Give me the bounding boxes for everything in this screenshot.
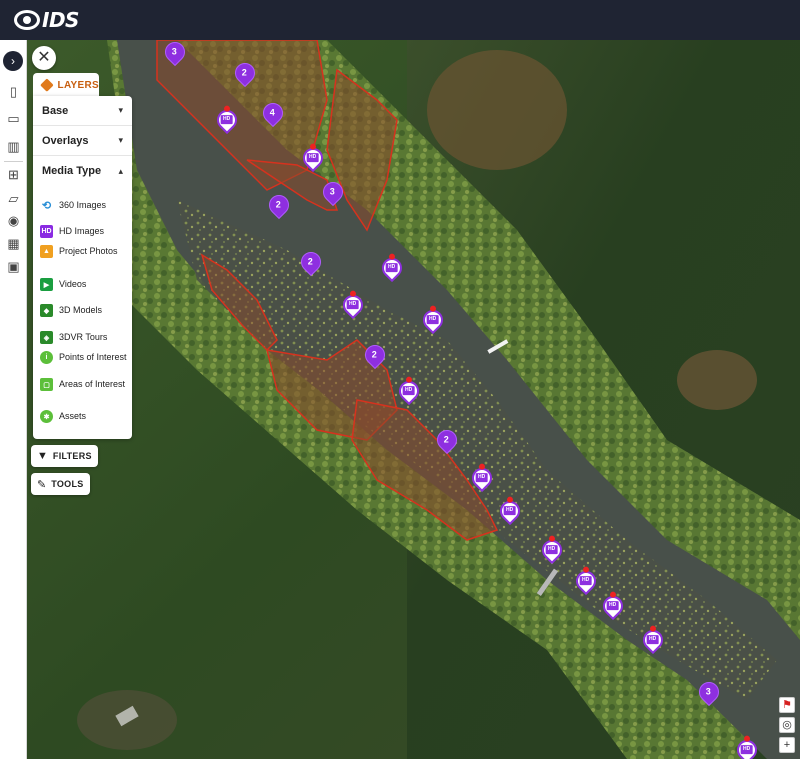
360-icon: ⟲ bbox=[41, 200, 52, 212]
top-bar: IDS bbox=[0, 0, 800, 40]
media-item-label: 360 Images bbox=[59, 200, 107, 210]
media-item-3d-models[interactable]: ◆ 3D Models bbox=[40, 304, 130, 317]
hd-icon: HD bbox=[402, 386, 415, 396]
wrench-icon: ✎ bbox=[37, 478, 47, 491]
filters-button[interactable]: ▼ FILTERS bbox=[31, 445, 98, 467]
left-rail: › ▯ ▭ ▥ ⊞ ▱ ◉ ▦ ▣ bbox=[0, 40, 27, 759]
photo-icon: ▲ bbox=[40, 245, 53, 258]
section-overlays[interactable]: Overlays ▾ bbox=[33, 126, 132, 156]
location-pin-icon[interactable]: ◉ bbox=[5, 212, 22, 229]
hd-icon: HD bbox=[306, 153, 319, 163]
hd-icon: HD bbox=[579, 576, 592, 586]
section-media-type-label: Media Type bbox=[42, 165, 102, 177]
media-item-label: HD Images bbox=[59, 226, 105, 236]
gallery-icon[interactable]: ▣ bbox=[5, 258, 22, 275]
section-base-label: Base bbox=[42, 104, 69, 117]
vr-icon: ◈ bbox=[40, 331, 53, 344]
logo-text: IDS bbox=[42, 8, 79, 32]
cluster-count: 2 bbox=[241, 67, 247, 78]
media-item-360-images[interactable]: ⟲ 360 Images bbox=[40, 199, 130, 212]
chevron-right-icon[interactable]: › bbox=[3, 51, 23, 71]
cluster-count: 3 bbox=[329, 186, 335, 197]
clipboard-icon[interactable]: ▯ bbox=[5, 83, 22, 100]
chevron-down-icon: ▾ bbox=[118, 105, 123, 115]
hd-icon: HD bbox=[740, 745, 753, 755]
media-item-project-photos[interactable]: ▲ Project Photos bbox=[40, 245, 130, 258]
section-overlays-label: Overlays bbox=[42, 134, 89, 147]
cluster-count: 2 bbox=[371, 349, 377, 360]
cube-icon: ◆ bbox=[40, 304, 53, 317]
hd-icon: HD bbox=[385, 263, 398, 273]
media-item-label: Assets bbox=[59, 411, 87, 421]
hd-icon: HD bbox=[346, 300, 359, 310]
layers-panel: Base ▾ Overlays ▾ Media Type ▴ ⟲ 360 Ima… bbox=[33, 96, 132, 439]
hd-icon: HD bbox=[503, 506, 516, 516]
hd-icon: HD bbox=[606, 601, 619, 611]
cluster-count: 2 bbox=[307, 256, 313, 267]
logo-eye-icon bbox=[14, 10, 40, 30]
tools-button[interactable]: ✎ TOOLS bbox=[31, 473, 90, 495]
hd-icon: HD bbox=[475, 473, 488, 483]
hd-icon: HD bbox=[220, 115, 233, 125]
rail-divider bbox=[4, 161, 23, 162]
video-icon: ▶ bbox=[40, 278, 53, 291]
media-item-label: Points of Interest bbox=[59, 352, 127, 362]
media-item-assets[interactable]: ✱ Assets bbox=[40, 410, 130, 423]
calendar-icon[interactable]: ▦ bbox=[5, 235, 22, 252]
hierarchy-icon[interactable]: ⊞ bbox=[5, 166, 22, 183]
media-item-videos[interactable]: ▶ Videos bbox=[40, 278, 130, 291]
hd-icon: HD bbox=[40, 225, 53, 238]
cluster-count: 4 bbox=[269, 107, 275, 118]
folder-icon[interactable]: ▱ bbox=[5, 190, 22, 207]
chevron-down-icon: ▾ bbox=[118, 135, 123, 145]
bar-chart-icon[interactable]: ▥ bbox=[5, 138, 22, 155]
section-media-type[interactable]: Media Type ▴ bbox=[33, 156, 132, 186]
layers-icon bbox=[40, 78, 54, 92]
chevron-up-icon: ▴ bbox=[118, 165, 123, 176]
tools-label: TOOLS bbox=[51, 479, 84, 489]
layers-toggle-icon[interactable]: ◎ bbox=[779, 717, 795, 733]
media-item-points-of-interest[interactable]: i Points of Interest bbox=[40, 351, 130, 364]
close-panel-button[interactable]: ✕ bbox=[32, 46, 56, 70]
section-base[interactable]: Base ▾ bbox=[33, 96, 132, 126]
ids-logo[interactable]: IDS bbox=[14, 7, 79, 33]
map-canvas[interactable]: 3 2 4 3 2 2 2 2 3 HD HD HD HD HD HD HD HD HD HD HD HD HD bbox=[27, 40, 800, 759]
media-item-3dvr-tours[interactable]: ◈ 3DVR Tours bbox=[40, 331, 130, 344]
cluster-count: 3 bbox=[171, 46, 177, 57]
layers-tab-label: LAYERS bbox=[57, 79, 99, 91]
media-item-label: 3DVR Tours bbox=[59, 332, 108, 342]
hd-icon: HD bbox=[646, 635, 659, 645]
media-item-label: Project Photos bbox=[59, 246, 118, 256]
layers-tab[interactable]: LAYERS bbox=[33, 73, 99, 97]
cluster-count: 3 bbox=[705, 686, 711, 697]
cluster-count: 2 bbox=[443, 434, 449, 445]
hd-icon: HD bbox=[426, 315, 439, 325]
map-icon[interactable]: ▭ bbox=[5, 110, 22, 127]
zoom-in-button[interactable]: + bbox=[779, 737, 795, 753]
filter-icon: ▼ bbox=[37, 450, 48, 462]
filters-label: FILTERS bbox=[52, 451, 92, 461]
flag-icon[interactable]: ⚑ bbox=[779, 697, 795, 713]
area-icon: ▢ bbox=[40, 378, 53, 391]
media-item-label: 3D Models bbox=[59, 305, 103, 315]
media-item-label: Areas of Interest bbox=[59, 379, 126, 389]
media-item-areas-of-interest[interactable]: ▢ Areas of Interest bbox=[40, 378, 130, 391]
media-item-hd-images[interactable]: HD HD Images bbox=[40, 225, 130, 238]
info-icon: i bbox=[40, 351, 53, 364]
hd-icon: HD bbox=[545, 545, 558, 555]
asset-icon: ✱ bbox=[40, 410, 53, 423]
cluster-count: 2 bbox=[275, 199, 281, 210]
media-item-label: Videos bbox=[59, 279, 87, 289]
